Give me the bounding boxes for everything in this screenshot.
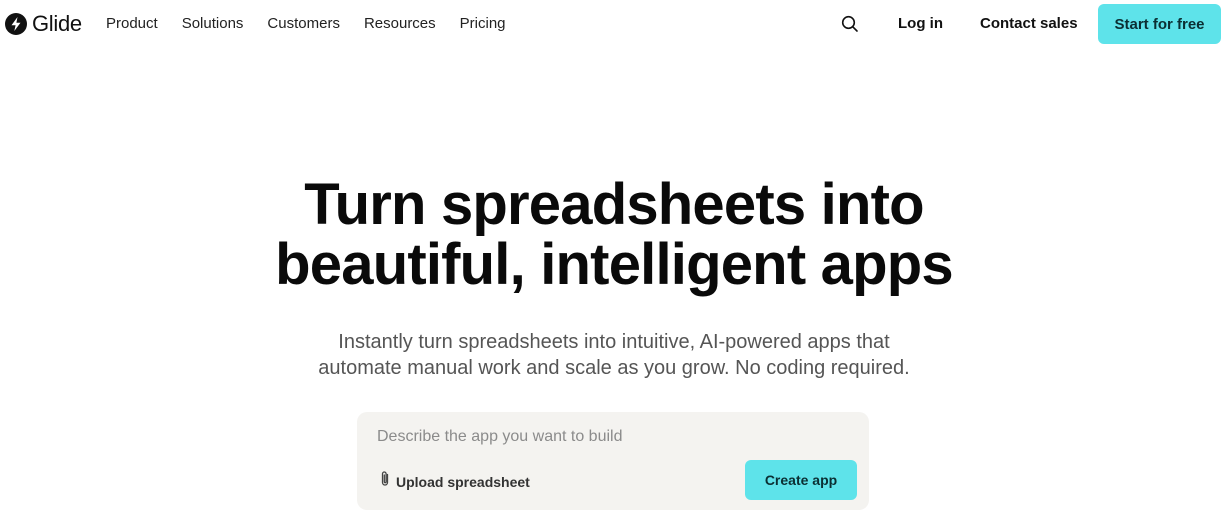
create-app-button[interactable]: Create app — [745, 460, 857, 500]
glide-logo-icon — [5, 13, 27, 35]
hero-title-line-2: beautiful, intelligent apps — [275, 232, 953, 297]
main-nav: Product Solutions Customers Resources Pr… — [106, 15, 530, 33]
nav-customers[interactable]: Customers — [267, 15, 340, 33]
app-prompt-box: Upload spreadsheet Create app — [357, 412, 869, 510]
paperclip-icon — [379, 470, 391, 493]
nav-product[interactable]: Product — [106, 15, 158, 33]
nav-pricing[interactable]: Pricing — [460, 15, 506, 33]
start-for-free-button[interactable]: Start for free — [1098, 4, 1221, 44]
hero-subtitle-line-2: automate manual work and scale as you gr… — [318, 357, 910, 379]
hero-title: Turn spreadsheets into beautiful, intell… — [0, 175, 1228, 295]
brand-logo[interactable]: Glide — [5, 12, 82, 36]
top-nav: Glide Product Solutions Customers Resour… — [0, 0, 1228, 48]
upload-spreadsheet-label: Upload spreadsheet — [396, 473, 530, 490]
brand-name: Glide — [32, 11, 82, 36]
hero-title-line-1: Turn spreadsheets into — [304, 172, 924, 237]
nav-solutions[interactable]: Solutions — [182, 15, 244, 33]
login-link[interactable]: Log in — [898, 15, 943, 33]
search-icon[interactable] — [840, 14, 860, 34]
upload-spreadsheet-button[interactable]: Upload spreadsheet — [379, 470, 530, 493]
nav-resources[interactable]: Resources — [364, 15, 436, 33]
hero-subtitle-line-1: Instantly turn spreadsheets into intuiti… — [338, 331, 890, 353]
app-description-input[interactable] — [377, 428, 847, 446]
hero-subtitle: Instantly turn spreadsheets into intuiti… — [0, 329, 1228, 381]
contact-sales-link[interactable]: Contact sales — [980, 15, 1078, 33]
